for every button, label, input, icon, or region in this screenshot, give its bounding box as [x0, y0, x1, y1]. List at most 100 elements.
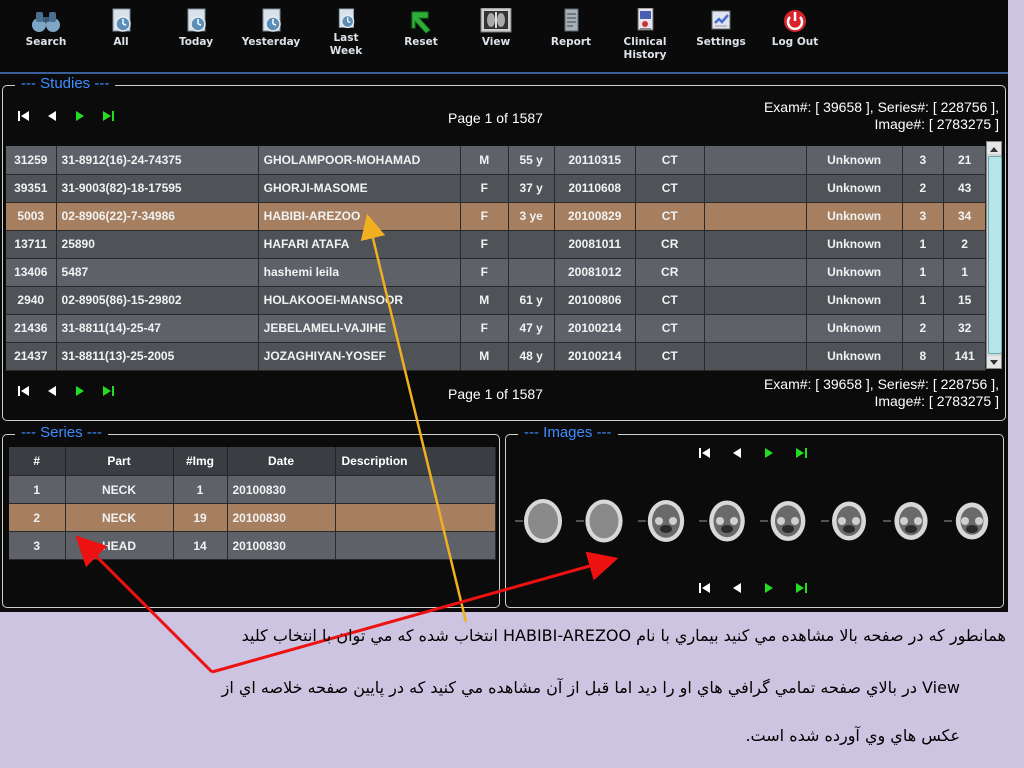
- previous-image-icon[interactable]: [730, 446, 744, 460]
- study-cell: [704, 314, 807, 343]
- clock-document-icon: [262, 8, 281, 32]
- last-week-label: Last Week: [329, 32, 363, 57]
- yesterday-button[interactable]: Yesterday: [240, 4, 302, 68]
- first-image-icon[interactable]: [698, 581, 712, 595]
- last-week-button[interactable]: Last Week: [316, 4, 376, 68]
- last-page-icon[interactable]: [101, 384, 115, 398]
- series-cell: HEAD: [65, 531, 174, 560]
- all-button[interactable]: All: [90, 4, 152, 68]
- scroll-thumb[interactable]: [988, 156, 1002, 354]
- study-row[interactable]: 2940 02-8905(86)-15-29802 HOLAKOOEI-MANSOO…: [6, 286, 986, 315]
- series-panel-title: --- Series ---: [15, 424, 108, 441]
- images-bottom-pager: [698, 581, 808, 595]
- next-image-icon[interactable]: [762, 446, 776, 460]
- scroll-down-arrow[interactable]: [987, 356, 1001, 368]
- ct-image-thumbnail[interactable]: [637, 493, 694, 549]
- study-cell: 2: [902, 314, 945, 343]
- first-page-icon[interactable]: [17, 384, 31, 398]
- study-cell: F: [460, 174, 509, 203]
- study-cell: M: [460, 286, 509, 315]
- scroll-up-arrow[interactable]: [987, 142, 1001, 154]
- last-image-icon[interactable]: [794, 581, 808, 595]
- study-cell: 25890: [56, 230, 259, 259]
- study-row[interactable]: 5003 02-8906(22)-7-34986 HABIBI-AREZOO F 3 y…: [6, 202, 986, 231]
- study-cell: [704, 230, 807, 259]
- last-page-icon[interactable]: [101, 109, 115, 123]
- ct-image-thumbnail[interactable]: [698, 493, 755, 549]
- study-cell: 2: [943, 230, 986, 259]
- clinical-history-label: Clinical History: [623, 36, 667, 61]
- previous-image-icon[interactable]: [730, 581, 744, 595]
- study-cell: [508, 258, 555, 287]
- column-header[interactable]: #: [9, 447, 66, 476]
- studies-bottom-pager: [17, 384, 115, 398]
- series-cell: 20100830: [227, 531, 336, 560]
- settings-label: Settings: [696, 36, 746, 48]
- next-image-icon[interactable]: [762, 581, 776, 595]
- series-cell: NECK: [65, 475, 174, 504]
- study-row[interactable]: 21436 31-8811(14)-25-47 JEBELAMELI-VAJIHE F…: [6, 314, 986, 343]
- study-cell: Unknown: [806, 314, 903, 343]
- study-cell: F: [460, 230, 509, 259]
- search-button[interactable]: Search: [15, 4, 77, 68]
- today-label: Today: [178, 36, 214, 48]
- study-row[interactable]: 13406 5487 hashemi leila F 20081012 CR Unknown…: [6, 258, 986, 287]
- settings-button[interactable]: Settings: [690, 4, 752, 68]
- next-page-icon[interactable]: [73, 109, 87, 123]
- chevron-down-icon: [990, 360, 998, 365]
- log-out-button[interactable]: Log Out: [764, 4, 826, 68]
- study-cell: 3 ye: [508, 202, 555, 231]
- clinical-history-button[interactable]: Clinical History: [614, 4, 676, 68]
- exam-info-top: Exam#: [ 39658 ], Series#: [ 228756 ], I…: [764, 99, 999, 133]
- ct-image-thumbnail[interactable]: [760, 493, 816, 549]
- today-button[interactable]: Today: [165, 4, 227, 68]
- series-row[interactable]: 1 NECK 1 20100830: [9, 475, 496, 504]
- series-cell: 2: [9, 503, 66, 532]
- studies-scrollbar[interactable]: [986, 141, 1002, 369]
- study-cell: 43: [943, 174, 986, 203]
- reset-button[interactable]: Reset: [390, 4, 452, 68]
- series-row[interactable]: 3 HEAD 14 20100830: [9, 531, 496, 560]
- study-cell: 2: [902, 174, 945, 203]
- ct-image-thumbnail[interactable]: [943, 493, 1000, 549]
- chevron-up-icon: [990, 147, 998, 152]
- study-cell: F: [460, 258, 509, 287]
- study-row[interactable]: 13711 25890 HAFARI ATAFA F 20081011 CR Unknown…: [6, 230, 986, 259]
- ct-image-thumbnail[interactable]: [821, 493, 877, 549]
- first-page-icon[interactable]: [17, 109, 31, 123]
- study-cell: Unknown: [806, 286, 903, 315]
- study-cell: 21: [943, 146, 986, 175]
- first-image-icon[interactable]: [698, 446, 712, 460]
- study-row[interactable]: 21437 31-8811(13)-25-2005 JOZAGHIYAN-YOSEF…: [6, 342, 986, 371]
- ct-image-thumbnail[interactable]: [515, 493, 571, 549]
- series-row[interactable]: 2 NECK 19 20100830: [9, 503, 496, 532]
- next-page-icon[interactable]: [73, 384, 87, 398]
- last-image-icon[interactable]: [794, 446, 808, 460]
- study-row[interactable]: 31259 31-8912(16)-24-74375 GHOLAMPOOR-MOHA…: [6, 146, 986, 175]
- series-table: # Part #Img Date Description 1 NECK 1 20100…: [9, 447, 496, 560]
- view-button[interactable]: View: [465, 4, 527, 68]
- series-cell: 20100830: [227, 475, 336, 504]
- study-cell: 47 y: [508, 314, 555, 343]
- series-cell: [335, 503, 496, 532]
- study-cell: CT: [635, 202, 705, 231]
- previous-page-icon[interactable]: [45, 384, 59, 398]
- previous-page-icon[interactable]: [45, 109, 59, 123]
- column-header[interactable]: Part: [65, 447, 174, 476]
- report-button[interactable]: Report: [540, 4, 602, 68]
- column-header[interactable]: Description: [335, 447, 496, 476]
- column-header[interactable]: Date: [227, 447, 336, 476]
- study-row[interactable]: 39351 31-9003(82)-18-17595 GHORJI-MASOME F 3…: [6, 174, 986, 203]
- column-header[interactable]: #Img: [173, 447, 228, 476]
- series-panel: --- Series --- # Part #Img Date Descript…: [2, 424, 500, 608]
- study-cell: M: [460, 342, 509, 371]
- study-cell: 31-8912(16)-24-74375: [56, 146, 259, 175]
- xray-icon: [480, 8, 512, 33]
- ct-image-thumbnail[interactable]: [576, 493, 632, 549]
- study-cell: CT: [635, 314, 705, 343]
- ct-image-thumbnail[interactable]: [882, 493, 939, 549]
- series-cell: 1: [9, 475, 66, 504]
- study-cell: 39351: [6, 174, 57, 203]
- study-cell: 31-8811(13)-25-2005: [56, 342, 259, 371]
- study-cell: 1: [943, 258, 986, 287]
